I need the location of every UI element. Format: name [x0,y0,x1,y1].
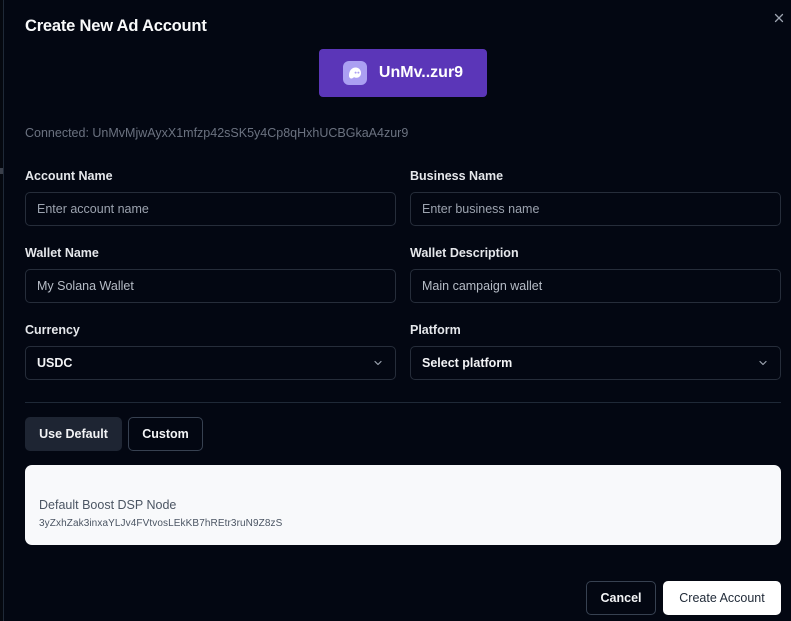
wallet-name-input[interactable] [25,269,396,303]
wallet-button[interactable]: UnMv..zur9 [319,49,487,97]
wallet-description-input[interactable] [410,269,781,303]
node-address: 3yZxhZak3inxaYLJv4FVtvosLEkKB7hREtr3ruN9… [39,518,283,529]
wallet-button-label: UnMv..zur9 [378,64,464,81]
connected-address: Connected: UnMvMjwAyxX1mfzp42sSK5y4Cp8qH… [25,126,409,140]
node-title: Default Boost DSP Node [39,498,177,512]
chevron-down-icon [759,360,767,366]
account-name-input[interactable] [25,192,396,226]
wallet-name-label: Wallet Name [25,246,99,260]
cancel-button[interactable]: Cancel [586,581,656,615]
ghost-icon [342,61,367,85]
use-default-button[interactable]: Use Default [25,417,122,451]
close-icon [774,13,784,23]
currency-select[interactable]: USDC [25,346,396,380]
chevron-down-icon [374,360,382,366]
default-node-card: Default Boost DSP Node 3yZxhZak3inxaYLJv… [25,465,781,545]
section-divider [25,402,781,403]
platform-selected: Select platform [422,356,513,370]
account-name-label: Account Name [25,169,113,183]
platform-select[interactable]: Select platform [410,346,781,380]
wallet-description-label: Wallet Description [410,246,519,260]
currency-selected: USDC [37,356,73,370]
custom-button[interactable]: Custom [128,417,203,451]
close-button[interactable] [771,10,787,26]
business-name-label: Business Name [410,169,504,183]
create-ad-account-dialog: Create New Ad Account UnMv..zur9 Connect… [3,0,791,621]
currency-label: Currency [25,323,80,337]
platform-label: Platform [410,323,461,337]
business-name-input[interactable] [410,192,781,226]
create-account-button[interactable]: Create Account [663,581,781,615]
dialog-title: Create New Ad Account [25,17,207,35]
